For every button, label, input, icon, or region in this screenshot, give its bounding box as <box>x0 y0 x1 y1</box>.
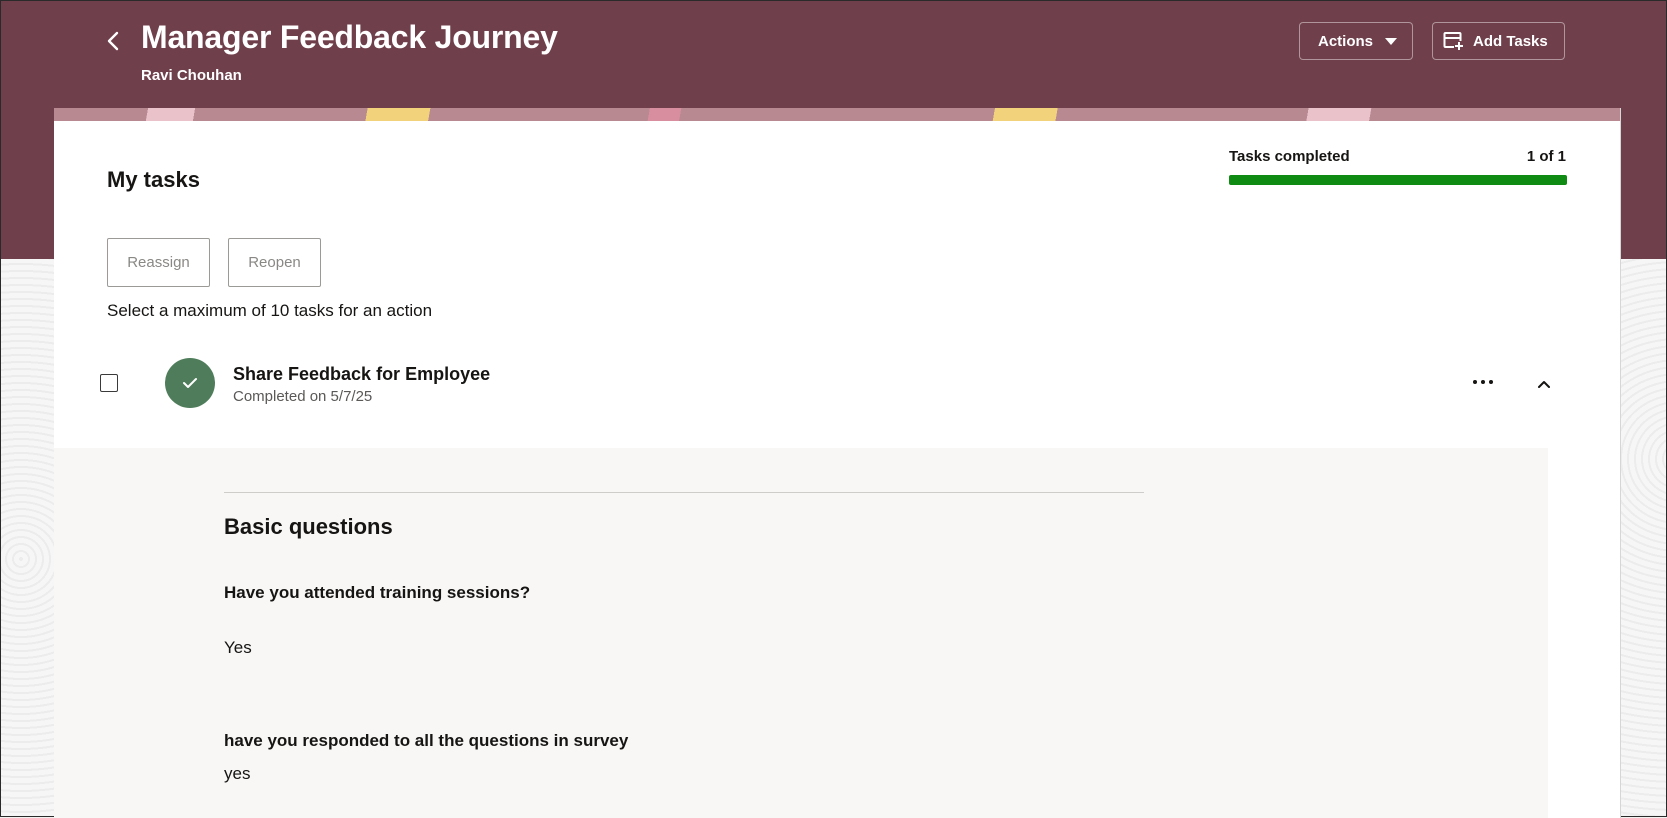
question-label: Have you attended training sessions? <box>224 583 531 602</box>
page-subtitle: Ravi Chouhan <box>141 67 242 84</box>
chevron-up-icon <box>1538 381 1550 388</box>
page-title: Manager Feedback Journey <box>141 19 558 55</box>
task-row: Share Feedback for Employee Completed on… <box>54 346 1620 446</box>
selection-hint: Select a maximum of 10 tasks for an acti… <box>107 301 433 320</box>
progress-count: 1 of 1 <box>1526 148 1566 165</box>
progress-bar <box>1229 175 1567 185</box>
back-button[interactable] <box>101 29 125 53</box>
progress-label: Tasks completed <box>1229 148 1350 165</box>
dot <box>1473 380 1477 384</box>
actions-button[interactable]: Actions <box>1299 22 1413 60</box>
task-title[interactable]: Share Feedback for Employee <box>233 364 490 385</box>
caret-down-icon <box>1385 37 1398 45</box>
more-actions-button[interactable] <box>1467 370 1499 394</box>
dot <box>1481 380 1485 384</box>
question-answer: Yes <box>224 638 252 657</box>
add-tasks-button-label: Add Tasks <box>1473 32 1548 50</box>
add-tasks-button[interactable]: Add Tasks <box>1432 22 1565 60</box>
task-details-panel: Basic questions Have you attended traini… <box>54 448 1548 818</box>
background-pattern-left <box>1 259 55 816</box>
add-task-icon <box>1443 32 1464 50</box>
questions-section-title: Basic questions <box>224 514 393 539</box>
reassign-button[interactable]: Reassign <box>107 238 210 287</box>
question-answer: yes <box>224 764 251 783</box>
divider <box>224 492 1144 493</box>
task-checkbox[interactable] <box>100 374 118 392</box>
progress-bar-fill <box>1229 175 1567 185</box>
section-title: My tasks <box>107 167 200 192</box>
chevron-left-icon <box>107 31 119 51</box>
tasks-card: My tasks Tasks completed 1 of 1 Reassign… <box>54 108 1621 818</box>
dot <box>1489 380 1493 384</box>
decorative-banner <box>54 108 1620 121</box>
checkmark-icon <box>183 378 197 388</box>
actions-button-label: Actions <box>1318 32 1374 50</box>
task-status-badge <box>165 358 215 408</box>
reopen-button[interactable]: Reopen <box>228 238 321 287</box>
task-status: Completed on 5/7/25 <box>233 388 373 405</box>
background-pattern-right <box>1618 259 1666 816</box>
collapse-button[interactable] <box>1532 372 1556 396</box>
question-label: have you responded to all the questions … <box>224 731 629 750</box>
